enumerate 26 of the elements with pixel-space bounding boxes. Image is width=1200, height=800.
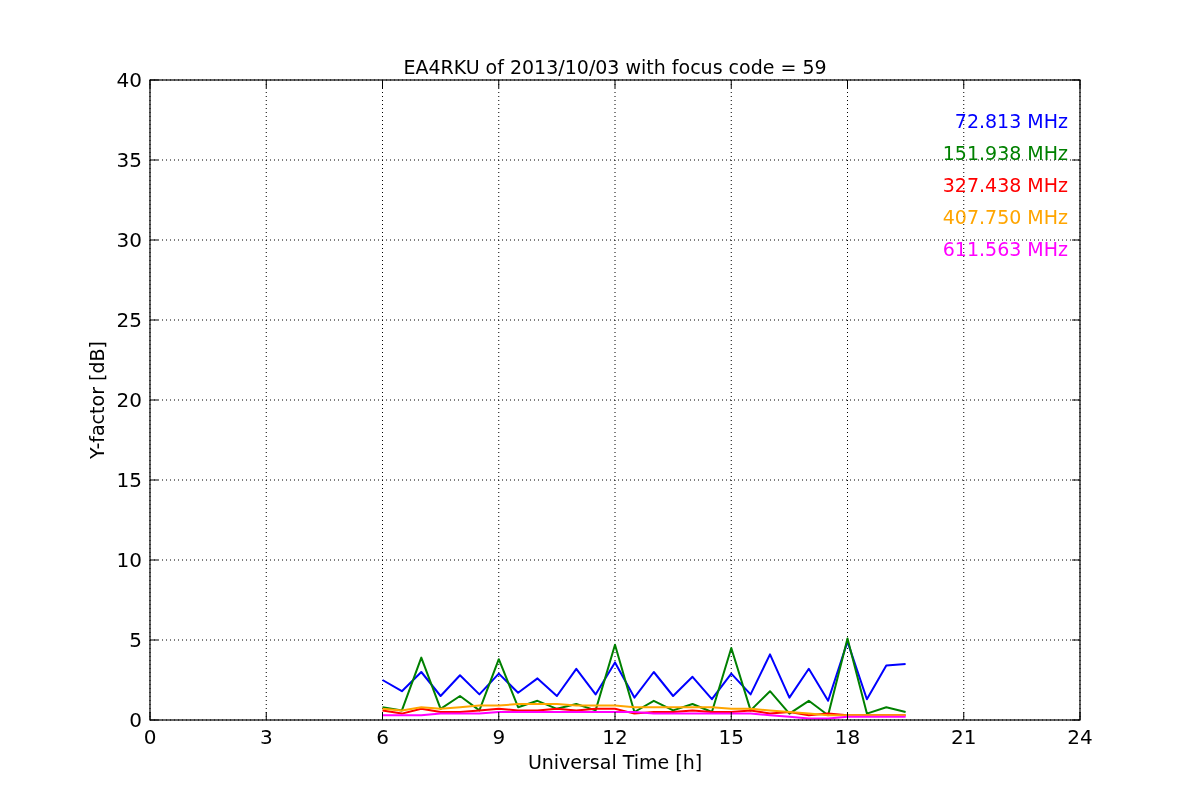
legend-label: 151.938 MHz <box>942 142 1068 164</box>
y-tick-label: 10 <box>116 548 142 572</box>
legend-label: 72.813 MHz <box>954 110 1068 132</box>
chart-title: EA4RKU of 2013/10/03 with focus code = 59 <box>403 56 827 78</box>
legend-label: 611.563 MHz <box>942 238 1068 260</box>
x-tick-label: 12 <box>602 725 628 749</box>
x-tick-label: 15 <box>718 725 744 749</box>
y-tick-label: 0 <box>129 708 142 732</box>
y-tick-label: 25 <box>116 308 142 332</box>
y-tick-label: 20 <box>116 388 142 412</box>
y-tick-label: 35 <box>116 148 142 172</box>
legend-label: 327.438 MHz <box>942 174 1068 196</box>
x-tick-label: 21 <box>951 725 977 749</box>
x-tick-label: 0 <box>143 725 157 749</box>
x-tick-label: 3 <box>259 725 273 749</box>
y-tick-label: 15 <box>116 468 142 492</box>
y-axis-label: Y-factor [dB] <box>86 341 108 459</box>
y-tick-label: 40 <box>116 68 142 92</box>
x-tick-label: 6 <box>376 725 389 749</box>
y-tick-label: 5 <box>129 628 142 652</box>
x-axis-label: Universal Time [h] <box>527 751 703 773</box>
y-tick-label: 30 <box>116 228 142 252</box>
x-tick-label: 9 <box>492 725 506 749</box>
x-tick-label: 18 <box>834 725 861 749</box>
x-tick-label: 24 <box>1067 725 1093 749</box>
legend-label: 407.750 MHz <box>942 206 1068 228</box>
